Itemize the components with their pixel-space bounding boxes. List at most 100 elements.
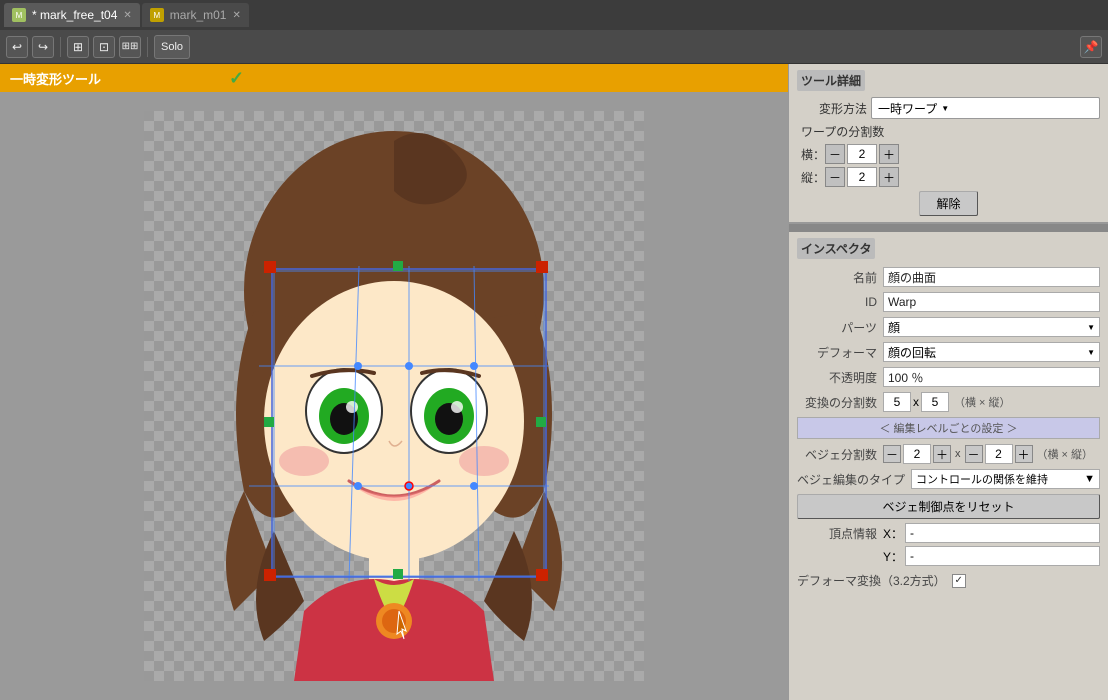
vertex-x-label: X： [883,525,903,542]
toolbar-separator-1 [60,37,61,57]
vertex-x-row: 頂点情報 X： - [797,523,1100,543]
tab-label-2: mark_m01 [170,8,227,22]
bezier-type-arrow-icon: ▼ [1084,473,1095,485]
crop-button[interactable]: ⊡ [93,36,115,58]
horizontal-minus-button[interactable]: － [825,144,845,164]
grid-button[interactable]: ⊞⊞ [119,36,141,58]
tool-details-section: ツール詳細 変形方法 一時ワープ ▼ ワープの分割数 横： － 2 ＋ [789,64,1108,224]
bezier-type-val: コントロールの関係を維持 ▼ [911,469,1100,489]
deformer-label: デフォーマ [797,344,877,361]
parts-dropdown-arrow-icon: ▼ [1087,323,1095,332]
panel-divider [789,224,1108,232]
bezier-div-label: ベジェ分割数 [797,446,877,463]
deformer-conv-row: デフォーマ変換（3.2方式） [797,572,1100,589]
deformer-dropdown[interactable]: 顔の回転 ▼ [883,342,1100,362]
canvas-area: 一時変形ツール ✓ [0,64,788,700]
bezier-x-plus-button[interactable]: ＋ [933,445,951,463]
name-row: 名前 顔の曲面 [797,267,1100,287]
tab-close-1[interactable]: ✕ [123,10,131,21]
transform-method-select[interactable]: 一時ワープ ▼ [871,97,1100,119]
bezier-type-dropdown[interactable]: コントロールの関係を維持 ▼ [911,469,1100,489]
inspector-section: インスペクタ 名前 顔の曲面 ID Warp パーツ 顔 ▼ デフォーマ 顔の回… [789,232,1108,700]
transform-method-value: 一時ワープ [878,100,937,117]
tool-details-title: ツール詳細 [797,70,865,91]
transform-method-label: 変形方法 [797,100,867,117]
division-row: 変換の分割数 5 x 5 （横 × 縦） [797,392,1100,412]
canvas-label-bar: 一時変形ツール ✓ [0,64,788,92]
vertical-stepper: － 2 ＋ [825,167,899,187]
vertex-x-value: - [905,523,1100,543]
vertex-y-value: - [905,546,1100,566]
warp-divisions-label: ワープの分割数 [801,123,1100,140]
toolbar-separator-2 [147,37,148,57]
vertical-plus-button[interactable]: ＋ [879,167,899,187]
bezier-x-separator: x [955,448,961,460]
deformer-value: 顔の回転 [888,344,936,361]
horizontal-plus-button[interactable]: ＋ [879,144,899,164]
deformer-conv-val [952,574,1100,588]
deformer-row: デフォーマ 顔の回転 ▼ [797,342,1100,362]
canvas-label-text: 一時変形ツール [10,69,101,88]
vertical-minus-button[interactable]: － [825,167,845,187]
name-label: 名前 [797,269,877,286]
redo-button[interactable]: ↪ [32,36,54,58]
name-value[interactable]: 顔の曲面 [883,267,1100,287]
parts-value: 顔 [888,319,900,336]
canvas-viewport[interactable] [0,92,788,700]
bezier-div-y-value: 2 [985,444,1013,464]
vertical-row: 縦： － 2 ＋ [801,167,1100,187]
warp-grid-section: 横： － 2 ＋ 縦： － 2 ＋ [801,144,1100,187]
transform-button[interactable]: ⊞ [67,36,89,58]
division-label: 変換の分割数 [797,394,877,411]
tab-mark-free-t04[interactable]: M * mark_free_t04 ✕ [4,3,140,27]
tab-close-2[interactable]: ✕ [232,10,240,21]
inspector-title: インスペクタ [797,238,875,259]
confirm-check-button[interactable]: ✓ [229,68,244,89]
parts-dropdown[interactable]: 顔 ▼ [883,317,1100,337]
bezier-type-row: ベジェ編集のタイプ コントロールの関係を維持 ▼ [797,469,1100,489]
bezier-x-minus-button[interactable]: － [883,445,901,463]
id-row: ID Warp [797,292,1100,312]
main-content: 一時変形ツール ✓ [0,64,1108,700]
bezier-y-plus-button[interactable]: ＋ [1015,445,1033,463]
horizontal-label: 横： [801,146,825,163]
deformer-conv-label: デフォーマ変換（3.2方式） [797,572,946,589]
tab-mark-m01[interactable]: M mark_m01 ✕ [142,3,249,27]
bezier-type-label: ベジェ編集のタイプ [797,471,905,488]
toolbar: ↩ ↪ ⊞ ⊡ ⊞⊞ Solo 📌 [0,30,1108,64]
deformer-conv-checkbox[interactable] [952,574,966,588]
character-illustration [144,111,644,681]
division-unit: （横 × 縦） [954,394,1011,410]
id-value[interactable]: Warp [883,292,1100,312]
title-bar: M * mark_free_t04 ✕ M mark_m01 ✕ [0,0,1108,30]
vertical-label: 縦： [801,169,825,186]
transform-method-row: 変形方法 一時ワープ ▼ [797,97,1100,119]
division-x-separator: x [913,395,919,409]
transform-method-arrow-icon: ▼ [941,104,949,113]
division-x-value[interactable]: 5 [883,392,911,412]
vertex-info-label: 頂点情報 [797,525,877,542]
bezier-y-minus-button[interactable]: － [965,445,983,463]
parts-row: パーツ 顔 ▼ [797,317,1100,337]
tab-label-1: * mark_free_t04 [32,8,117,22]
horizontal-row: 横： － 2 ＋ [801,144,1100,164]
bezier-div-x-value: 2 [903,444,931,464]
pin-button[interactable]: 📌 [1080,36,1102,58]
right-panel: ツール詳細 変形方法 一時ワープ ▼ ワープの分割数 横： － 2 ＋ [788,64,1108,700]
division-y-value[interactable]: 5 [921,392,949,412]
parts-label: パーツ [797,319,877,336]
release-button[interactable]: 解除 [919,191,977,216]
undo-button[interactable]: ↩ [6,36,28,58]
horizontal-stepper: － 2 ＋ [825,144,899,164]
solo-button[interactable]: Solo [154,35,190,59]
bezier-type-value: コントロールの関係を維持 [916,471,1048,487]
opacity-label: 不透明度 [797,369,877,386]
pin-icon: 📌 [1080,36,1102,58]
bezier-div-row: ベジェ分割数 － 2 ＋ x － 2 ＋ （横 × 縦） [797,444,1100,464]
opacity-value: 100 ％ [883,367,1100,387]
bezier-div-inputs: － 2 ＋ x － 2 ＋ （横 × 縦） [883,444,1100,464]
bezier-reset-button[interactable]: ベジェ制御点をリセット [797,494,1100,519]
tab-icon-1: M [12,8,26,22]
vertex-y-row: Y： - [797,546,1100,566]
edit-level-bar[interactable]: ＜ 編集レベルごとの設定 ＞ [797,417,1100,439]
